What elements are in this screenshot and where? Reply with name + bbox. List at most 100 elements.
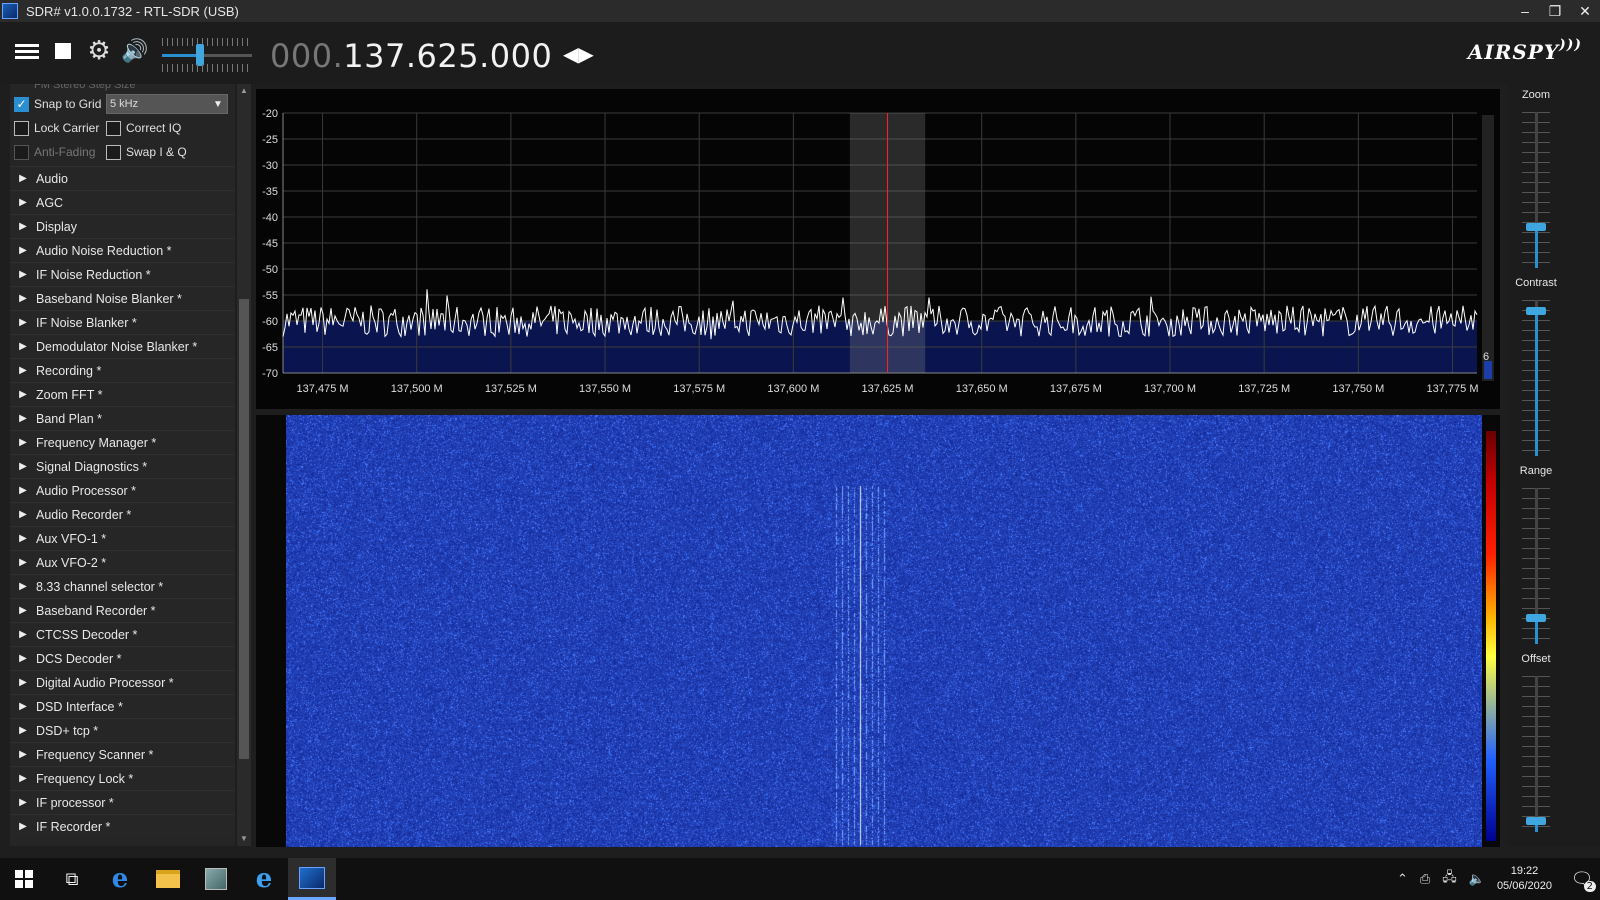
- expand-arrow-icon[interactable]: ▶: [10, 773, 36, 784]
- plugin-item[interactable]: ▶ Aux VFO-2 *: [10, 550, 235, 574]
- left-panel-scrollbar[interactable]: ▲ ▼: [237, 84, 251, 846]
- expand-arrow-icon[interactable]: ▶: [10, 797, 36, 808]
- plugin-item[interactable]: ▶ Audio Noise Reduction *: [10, 238, 235, 262]
- expand-arrow-icon[interactable]: ▶: [10, 293, 36, 304]
- plugin-item[interactable]: ▶ Zoom FFT *: [10, 382, 235, 406]
- expand-arrow-icon[interactable]: ▶: [10, 821, 36, 832]
- plugin-item[interactable]: ▶ Aux VFO-1 *: [10, 526, 235, 550]
- expand-arrow-icon[interactable]: ▶: [10, 629, 36, 640]
- expand-arrow-icon[interactable]: ▶: [10, 653, 36, 664]
- expand-arrow-icon[interactable]: ▶: [10, 389, 36, 400]
- plugin-item[interactable]: ▶ IF Noise Blanker *: [10, 310, 235, 334]
- expand-arrow-icon[interactable]: ▶: [10, 269, 36, 280]
- close-button[interactable]: ✕: [1570, 3, 1600, 20]
- frequency-digits[interactable]: 137.625.000: [343, 37, 552, 75]
- plugin-item[interactable]: ▶ IF Recorder *: [10, 814, 235, 838]
- contrast-slider[interactable]: [1516, 300, 1556, 456]
- correct-iq-checkbox[interactable]: Correct IQ: [106, 120, 198, 136]
- volume-slider[interactable]: [162, 38, 252, 72]
- spectrum-scrollbar[interactable]: 6: [1482, 115, 1494, 381]
- expand-arrow-icon[interactable]: ▶: [10, 677, 36, 688]
- expand-arrow-icon[interactable]: ▶: [10, 197, 36, 208]
- plugin-item[interactable]: ▶ 8.33 channel selector *: [10, 574, 235, 598]
- expand-arrow-icon[interactable]: ▶: [10, 749, 36, 760]
- plugin-item[interactable]: ▶ DSD+ tcp *: [10, 718, 235, 742]
- windows-start-icon[interactable]: [0, 858, 48, 900]
- expand-arrow-icon[interactable]: ▶: [10, 605, 36, 616]
- plugin-item[interactable]: ▶ Audio Recorder *: [10, 502, 235, 526]
- mute-button[interactable]: 🔊: [120, 36, 150, 66]
- expand-arrow-icon[interactable]: ▶: [10, 557, 36, 568]
- volume-icon[interactable]: 🔈: [1469, 872, 1485, 887]
- expand-arrow-icon[interactable]: ▶: [10, 581, 36, 592]
- waterfall-canvas[interactable]: [286, 415, 1482, 847]
- swap-iq-checkbox[interactable]: Swap I & Q: [106, 144, 198, 160]
- plugin-item[interactable]: ▶ Audio Processor *: [10, 478, 235, 502]
- zoom-slider[interactable]: [1516, 112, 1556, 268]
- control-panel-icon[interactable]: [192, 858, 240, 900]
- sdrsharp-icon[interactable]: [288, 858, 336, 900]
- expand-arrow-icon[interactable]: ▶: [10, 509, 36, 520]
- plugin-item[interactable]: ▶ Band Plan *: [10, 406, 235, 430]
- minimize-button[interactable]: –: [1510, 3, 1540, 20]
- expand-arrow-icon[interactable]: ▶: [10, 173, 36, 184]
- expand-arrow-icon[interactable]: ▶: [10, 701, 36, 712]
- plugin-item[interactable]: ▶ Frequency Lock *: [10, 766, 235, 790]
- plugin-item[interactable]: ▶ IF processor *: [10, 790, 235, 814]
- plugin-item[interactable]: ▶ IF Noise Reduction *: [10, 262, 235, 286]
- expand-arrow-icon[interactable]: ▶: [10, 533, 36, 544]
- notifications-icon[interactable]: 🗨 2: [1564, 864, 1600, 894]
- file-explorer-icon[interactable]: [144, 858, 192, 900]
- expand-arrow-icon[interactable]: ▶: [10, 461, 36, 472]
- expand-arrow-icon[interactable]: ▶: [10, 245, 36, 256]
- tuning-arrows-icon[interactable]: ◀▶: [563, 42, 594, 66]
- lock-carrier-checkbox[interactable]: Lock Carrier: [14, 120, 106, 136]
- network-icon[interactable]: 🖧: [1442, 868, 1457, 890]
- plugin-item[interactable]: ▶ CTCSS Decoder *: [10, 622, 235, 646]
- plugin-item[interactable]: ▶ Baseband Noise Blanker *: [10, 286, 235, 310]
- chevron-down-icon[interactable]: ▼: [209, 99, 227, 110]
- slider-knob[interactable]: [1526, 223, 1546, 231]
- scroll-down-icon[interactable]: ▼: [237, 832, 251, 846]
- frequency-leading-digits[interactable]: 000.: [270, 37, 343, 75]
- stop-button[interactable]: [48, 36, 78, 66]
- expand-arrow-icon[interactable]: ▶: [10, 317, 36, 328]
- offset-slider[interactable]: [1516, 676, 1556, 832]
- plugin-item[interactable]: ▶ DCS Decoder *: [10, 646, 235, 670]
- task-view-icon[interactable]: ⧉: [48, 858, 96, 900]
- expand-arrow-icon[interactable]: ▶: [10, 365, 36, 376]
- snap-to-grid-checkbox[interactable]: ✓ Snap to Grid: [14, 96, 106, 112]
- frequency-display[interactable]: 000.137.625.000: [270, 37, 552, 75]
- internet-explorer-icon[interactable]: e: [240, 858, 288, 900]
- chevron-up-icon[interactable]: ⌃: [1397, 872, 1408, 887]
- expand-arrow-icon[interactable]: ▶: [10, 221, 36, 232]
- plugin-item[interactable]: ▶ Frequency Manager *: [10, 430, 235, 454]
- expand-arrow-icon[interactable]: ▶: [10, 725, 36, 736]
- slider-knob[interactable]: [1526, 307, 1546, 316]
- plugin-item[interactable]: ▶ Recording *: [10, 358, 235, 382]
- plugin-item[interactable]: ▶ Demodulator Noise Blanker *: [10, 334, 235, 358]
- volume-thumb[interactable]: [195, 44, 204, 66]
- plugin-item[interactable]: ▶ Frequency Scanner *: [10, 742, 235, 766]
- plugin-item[interactable]: ▶ Display: [10, 214, 235, 238]
- expand-arrow-icon[interactable]: ▶: [10, 413, 36, 424]
- scroll-up-icon[interactable]: ▲: [237, 84, 251, 98]
- spectrum-plot[interactable]: -20 -25 -30 -35 -40 -45 -50 -55 -60 -65 -70 137,475…: [256, 89, 1500, 409]
- scrollbar-thumb[interactable]: [239, 299, 249, 759]
- edge-icon[interactable]: e: [96, 858, 144, 900]
- plugin-item[interactable]: ▶ Signal Diagnostics *: [10, 454, 235, 478]
- expand-arrow-icon[interactable]: ▶: [10, 485, 36, 496]
- plugin-item[interactable]: ▶ Baseband Recorder *: [10, 598, 235, 622]
- plugin-item[interactable]: ▶ AGC: [10, 190, 235, 214]
- spectrum-analyzer[interactable]: -20 -25 -30 -35 -40 -45 -50 -55 -60 -65 -70 137,475…: [256, 89, 1500, 409]
- step-size-select[interactable]: 5 kHz ▼: [106, 94, 228, 114]
- waterfall-display[interactable]: [256, 415, 1500, 847]
- slider-knob[interactable]: [1526, 613, 1546, 622]
- clock[interactable]: 19:22 05/06/2020: [1497, 864, 1552, 894]
- range-slider[interactable]: [1516, 488, 1556, 644]
- restore-button[interactable]: ❐: [1540, 3, 1570, 20]
- menu-icon[interactable]: [12, 36, 42, 66]
- plugin-item[interactable]: ▶ Digital Audio Processor *: [10, 670, 235, 694]
- expand-arrow-icon[interactable]: ▶: [10, 437, 36, 448]
- check-icon[interactable]: ✓: [14, 96, 29, 112]
